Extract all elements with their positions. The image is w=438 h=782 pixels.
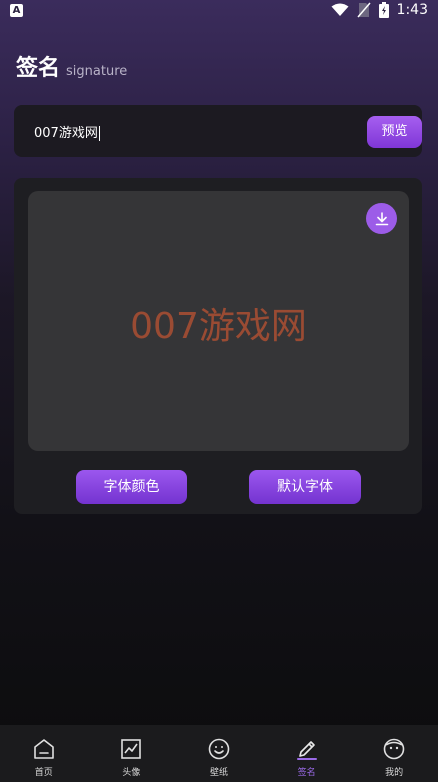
no-sim-icon (356, 2, 371, 18)
download-icon (375, 211, 388, 225)
signature-canvas: 007游戏网 (28, 191, 409, 451)
signature-input-card: 007游戏网 预览 (14, 105, 422, 157)
signature-preview-card: 007游戏网 字体颜色 默认字体 (14, 178, 422, 514)
default-font-button[interactable]: 默认字体 (249, 470, 361, 504)
status-bar: A 1:43 (0, 0, 438, 24)
text-caret (98, 126, 100, 141)
bottom-tab-bar: 首页 头像 壁纸 签名 我的 (0, 725, 438, 782)
notification-badge: A (10, 4, 23, 17)
tab-label-mine: 我的 (385, 768, 404, 778)
preview-button[interactable]: 预览 (367, 116, 422, 148)
smiley-icon (208, 738, 230, 760)
tab-home[interactable]: 首页 (0, 725, 88, 782)
wifi-icon (331, 3, 349, 16)
battery-icon (378, 2, 389, 18)
tab-mine[interactable]: 我的 (350, 725, 438, 782)
profile-face-icon (383, 738, 405, 760)
home-icon (33, 739, 54, 759)
signature-preview-text: 007游戏网 (130, 306, 307, 347)
tab-label-home: 首页 (34, 768, 53, 778)
signature-input[interactable]: 007游戏网 (34, 122, 100, 141)
tab-label-avatar: 头像 (122, 768, 141, 778)
tab-wallpaper[interactable]: 壁纸 (175, 725, 263, 782)
page-subtitle: signature (66, 64, 128, 79)
status-time: 1:43 (396, 2, 428, 18)
chart-image-icon (121, 739, 142, 759)
status-icons: 1:43 (331, 2, 428, 18)
signature-input-value: 007游戏网 (34, 126, 98, 141)
tab-label-wallpaper: 壁纸 (209, 768, 228, 778)
active-tab-indicator (296, 758, 317, 760)
font-color-button[interactable]: 字体颜色 (76, 470, 187, 504)
page-header: 签名 signature (16, 50, 127, 82)
tab-label-signature: 签名 (297, 768, 316, 778)
download-button[interactable] (366, 203, 397, 234)
tab-avatar[interactable]: 头像 (88, 725, 176, 782)
page-title: 签名 (16, 56, 61, 81)
tab-signature[interactable]: 签名 (263, 725, 351, 782)
